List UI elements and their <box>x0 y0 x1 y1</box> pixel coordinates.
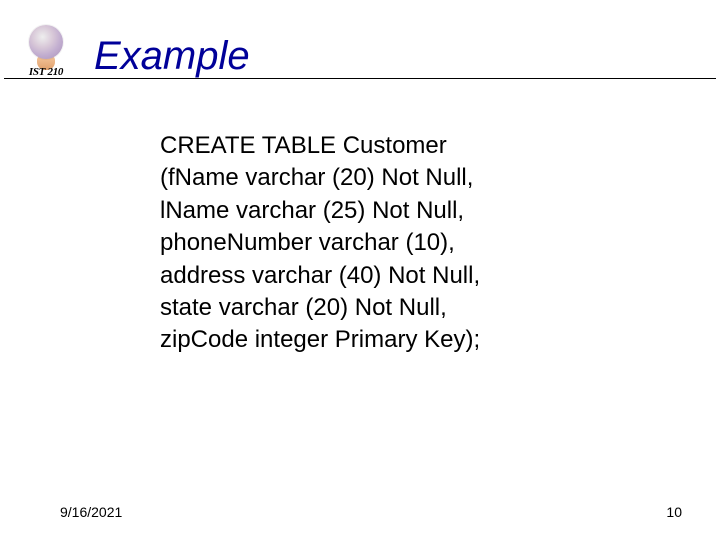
course-code: IST 210 <box>29 66 63 78</box>
code-line: lName varchar (25) Not Null, <box>160 195 660 227</box>
code-line: phoneNumber varchar (10), <box>160 227 660 259</box>
globe-icon <box>29 25 63 59</box>
slide-header: IST 210 Example <box>0 18 720 78</box>
sql-code-block: CREATE TABLE Customer (fName varchar (20… <box>160 130 660 357</box>
slide-title: Example <box>94 36 250 78</box>
course-logo: IST 210 <box>6 22 86 78</box>
header-divider <box>4 78 716 79</box>
code-line: (fName varchar (20) Not Null, <box>160 162 660 194</box>
footer-date: 9/16/2021 <box>60 504 122 520</box>
footer-page-number: 10 <box>666 504 682 520</box>
code-line: address varchar (40) Not Null, <box>160 260 660 292</box>
code-line: CREATE TABLE Customer <box>160 130 660 162</box>
slide-footer: 9/16/2021 10 <box>60 504 682 520</box>
code-line: state varchar (20) Not Null, <box>160 292 660 324</box>
code-line: zipCode integer Primary Key); <box>160 324 660 356</box>
